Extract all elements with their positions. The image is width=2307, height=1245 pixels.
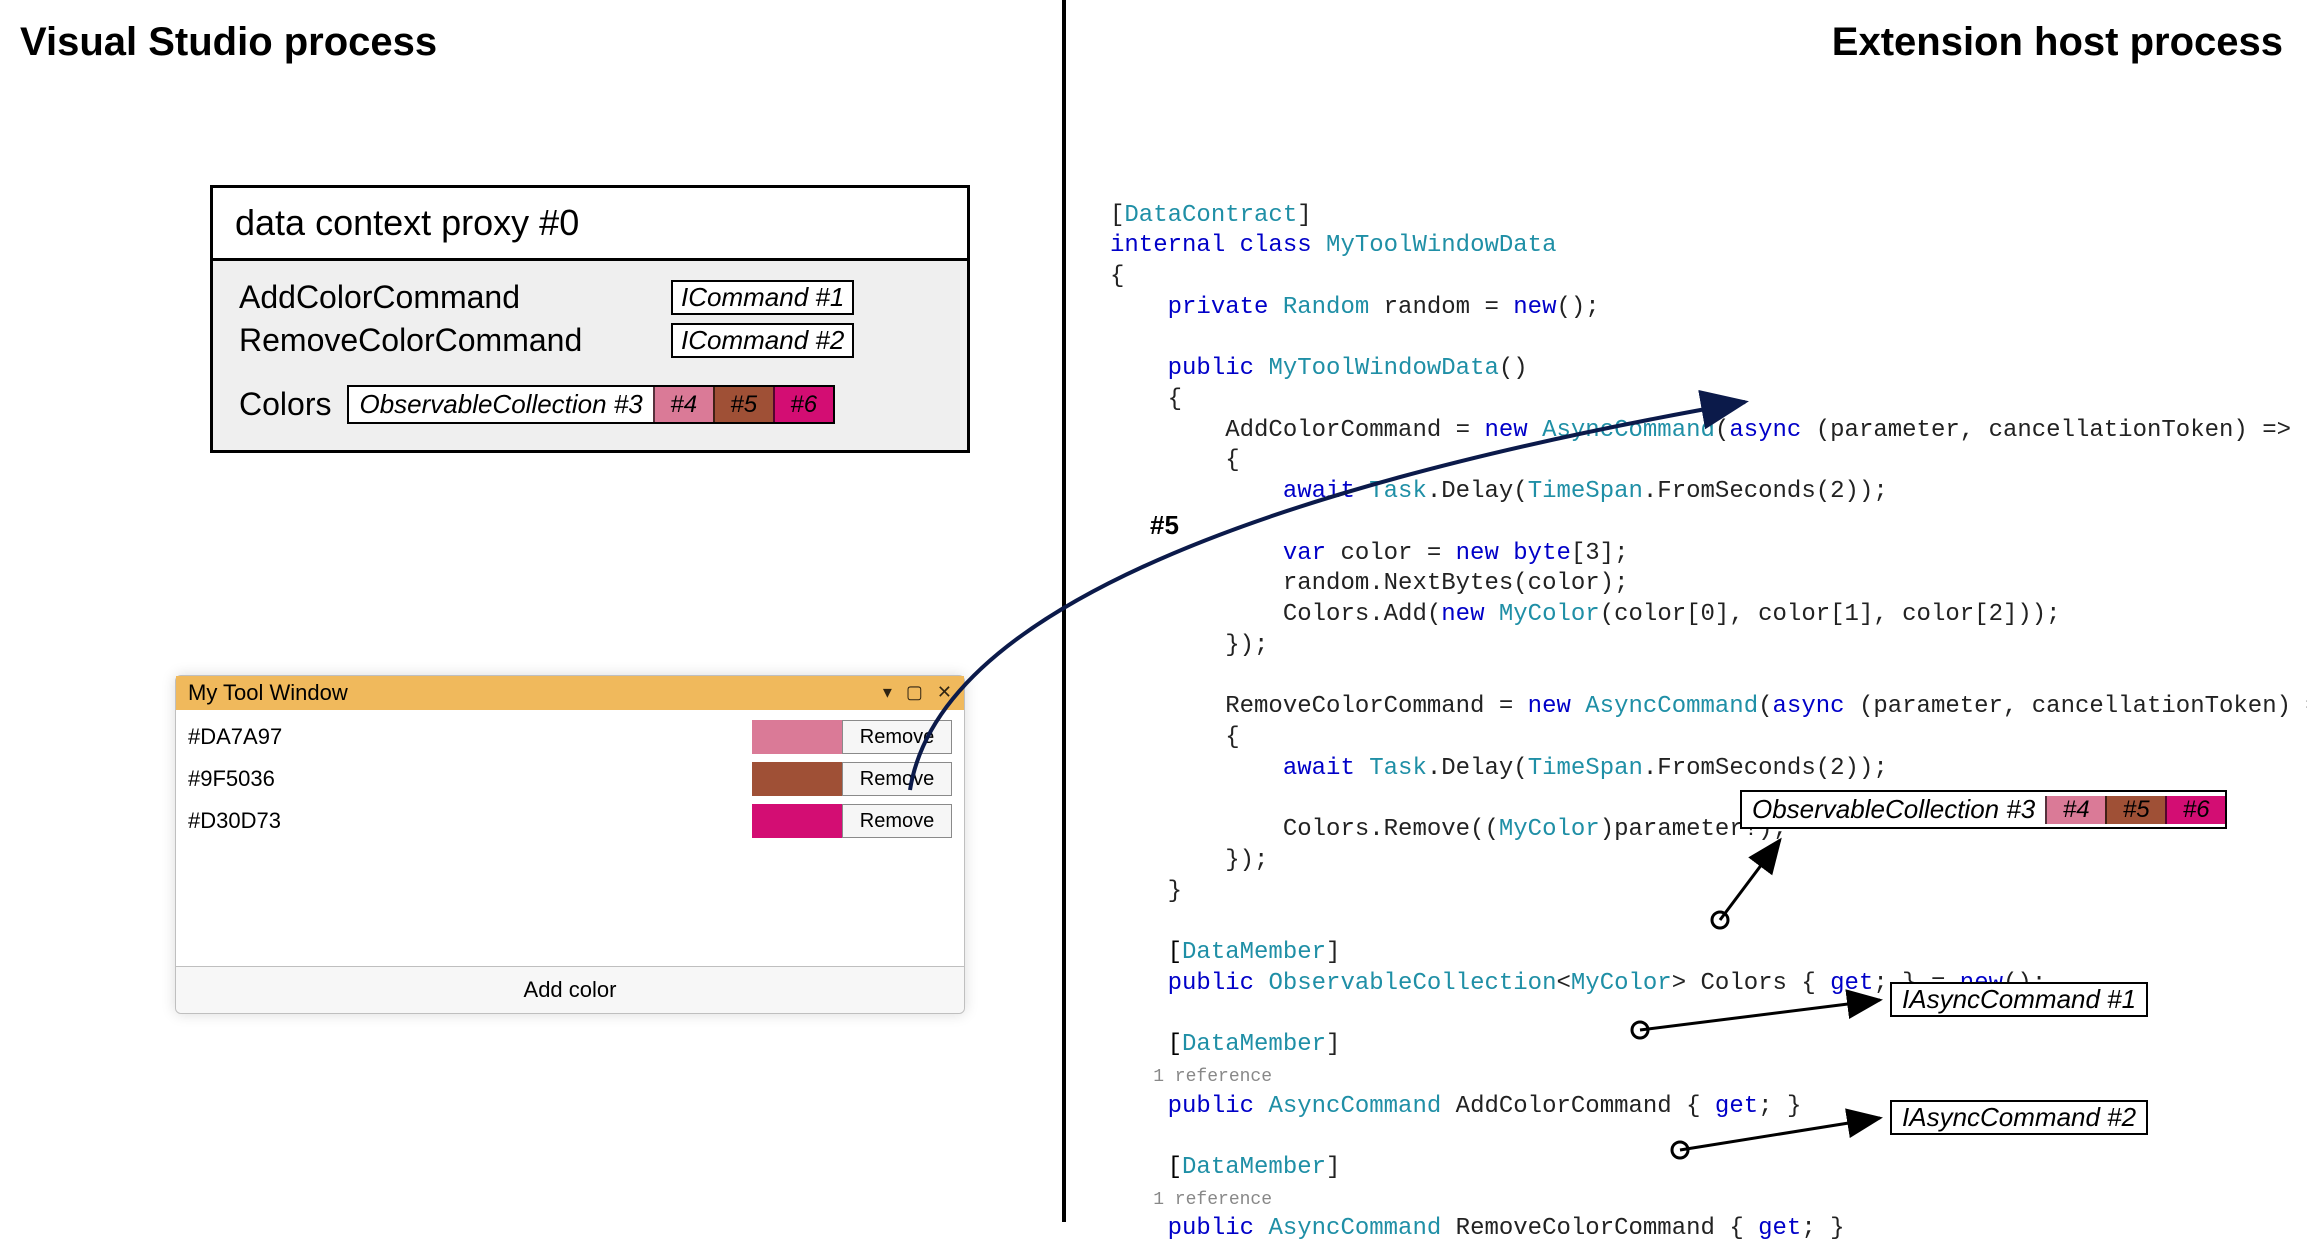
color-swatch — [752, 762, 842, 796]
dropdown-icon[interactable]: ▾ — [883, 682, 892, 704]
annot-observable-box: ObservableCollection #3 #4 #5 #6 — [1740, 790, 2227, 829]
list-item: #DA7A97 Remove — [186, 716, 954, 758]
remove-button[interactable]: Remove — [842, 720, 952, 754]
proxy-body: AddColorCommand ICommand #1 RemoveColorC… — [213, 261, 967, 450]
color-hex: #D30D73 — [188, 808, 752, 834]
proxy-observable-box: ObservableCollection #3 #4 #5 #6 — [347, 385, 834, 424]
proxy-add-label: AddColorCommand — [239, 279, 659, 316]
annot-swatch-6: #6 — [2165, 796, 2225, 824]
proxy-swatch-6: #6 — [773, 387, 833, 422]
tool-window-title: My Tool Window — [188, 680, 869, 706]
data-context-proxy-box: data context proxy #0 AddColorCommand IC… — [210, 185, 970, 453]
list-item: #D30D73 Remove — [186, 800, 954, 842]
arrow-label-5: #5 — [1150, 510, 1179, 541]
tool-window-rows: #DA7A97 Remove #9F5036 Remove #D30D73 Re… — [176, 710, 964, 966]
remove-button[interactable]: Remove — [842, 804, 952, 838]
annot-swatch-4: #4 — [2045, 796, 2105, 824]
proxy-swatch-5: #5 — [713, 387, 773, 422]
proxy-add-tag: ICommand #1 — [671, 280, 854, 315]
proxy-title: data context proxy #0 — [213, 188, 967, 261]
color-swatch — [752, 804, 842, 838]
color-hex: #DA7A97 — [188, 724, 752, 750]
annot-swatch-5: #5 — [2105, 796, 2165, 824]
heading-right: Extension host process — [1832, 20, 2283, 65]
proxy-remove-label: RemoveColorCommand — [239, 322, 659, 359]
maximize-icon[interactable]: ▢ — [906, 682, 923, 704]
add-color-button[interactable]: Add color — [176, 966, 964, 1013]
proxy-observable-label: ObservableCollection #3 — [349, 387, 652, 422]
tool-window: My Tool Window ▾ ▢ ✕ #DA7A97 Remove #9F5… — [175, 675, 965, 1014]
annot-observable-label: ObservableCollection #3 — [1742, 792, 2045, 827]
close-icon[interactable]: ✕ — [937, 682, 952, 704]
color-hex: #9F5036 — [188, 766, 752, 792]
proxy-remove-tag: ICommand #2 — [671, 323, 854, 358]
tool-window-titlebar[interactable]: My Tool Window ▾ ▢ ✕ — [176, 676, 964, 710]
remove-button[interactable]: Remove — [842, 762, 952, 796]
heading-left: Visual Studio process — [20, 20, 437, 65]
color-swatch — [752, 720, 842, 754]
proxy-swatch-4: #4 — [653, 387, 713, 422]
annot-iasync-2: IAsyncCommand #2 — [1890, 1100, 2148, 1135]
process-divider — [1062, 0, 1066, 1222]
code-listing: [DataContract] internal class MyToolWind… — [1110, 170, 2260, 1245]
annot-iasync-1: IAsyncCommand #1 — [1890, 982, 2148, 1017]
list-item: #9F5036 Remove — [186, 758, 954, 800]
proxy-colors-label: Colors — [239, 386, 331, 423]
